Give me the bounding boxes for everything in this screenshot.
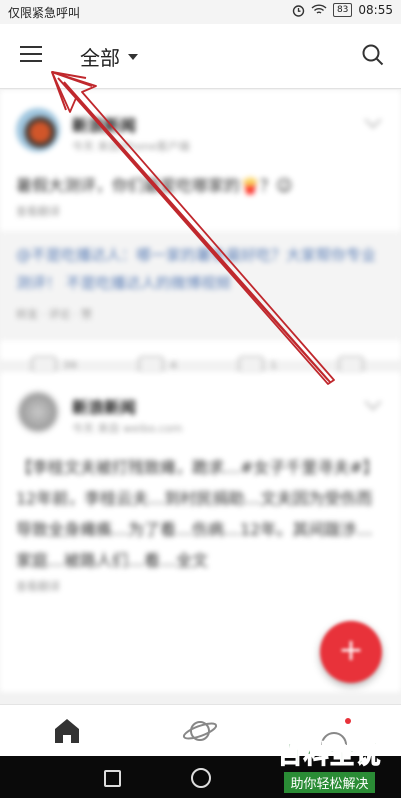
post-meta: 今天 来自iPhone客户端 xyxy=(72,140,190,153)
wifi-icon xyxy=(311,4,327,14)
post-meta: 今天 来自 weibo.com xyxy=(72,422,183,435)
carrier-text: 仅限紧急呼叫 xyxy=(8,6,81,20)
translate-link[interactable]: 查看翻译 xyxy=(0,201,401,221)
caret-down-icon xyxy=(128,53,138,60)
status-icons: 83 08:55 xyxy=(292,3,393,17)
quoted-post[interactable]: @不是吃播达人：哪一家的薯条最好吃？大家帮你专业测评！ 不是吃播达人的微博视频 … xyxy=(0,231,401,339)
watermark: 百科全说 助你轻松解决 xyxy=(272,740,387,798)
quoted-post-text: @不是吃播达人：哪一家的薯条最好吃？大家帮你专业测评！ 不是吃播达人的微博视频 xyxy=(16,246,377,292)
quoted-post-meta: 转发 · 评论 · 赞 xyxy=(16,308,92,321)
feed: 新浪新闻 今天 来自iPhone客户端 暑假大测评，你们最爱吃哪家的🍟？😉 查看… xyxy=(0,90,401,704)
group-selector[interactable]: 全部 xyxy=(80,42,138,71)
post-text[interactable]: 【李桂文夫被打残致瘫，跪求…#女子千里寻夫#】12年前，李桂云夫…到村民捐助…文… xyxy=(0,452,401,576)
compose-button[interactable]: + xyxy=(320,621,382,683)
alarm-icon xyxy=(292,4,305,17)
watermark-subtitle: 助你轻松解决 xyxy=(284,772,375,793)
clock-text: 08:55 xyxy=(358,3,393,17)
chevron-down-icon[interactable] xyxy=(364,393,382,411)
feed-post[interactable]: 新浪新闻 今天 来自iPhone客户端 暑假大测评，你们最爱吃哪家的🍟？😉 查看… xyxy=(0,90,401,376)
home-icon[interactable] xyxy=(47,715,87,747)
battery-level: 83 xyxy=(332,3,353,17)
status-bar: 仅限紧急呼叫 83 08:55 xyxy=(0,0,401,24)
top-bar: 全部 xyxy=(0,24,401,89)
post-author[interactable]: 新浪新闻 xyxy=(72,394,136,418)
avatar[interactable] xyxy=(16,108,60,152)
post-author[interactable]: 新浪新闻 xyxy=(72,112,136,136)
home-button-icon[interactable] xyxy=(191,768,211,788)
page-title: 全部 xyxy=(80,46,120,70)
hamburger-menu-icon[interactable] xyxy=(20,46,42,64)
recent-apps-icon[interactable] xyxy=(104,770,121,787)
translate-link[interactable]: 查看翻译 xyxy=(0,576,401,596)
chevron-down-icon[interactable] xyxy=(364,111,382,129)
discover-planet-icon[interactable] xyxy=(180,715,220,747)
search-icon[interactable] xyxy=(361,43,385,67)
avatar[interactable] xyxy=(16,390,60,434)
post-text[interactable]: 暑假大测评，你们最爱吃哪家的🍟？😉 xyxy=(0,170,401,201)
watermark-title: 百科全说 xyxy=(277,740,382,770)
